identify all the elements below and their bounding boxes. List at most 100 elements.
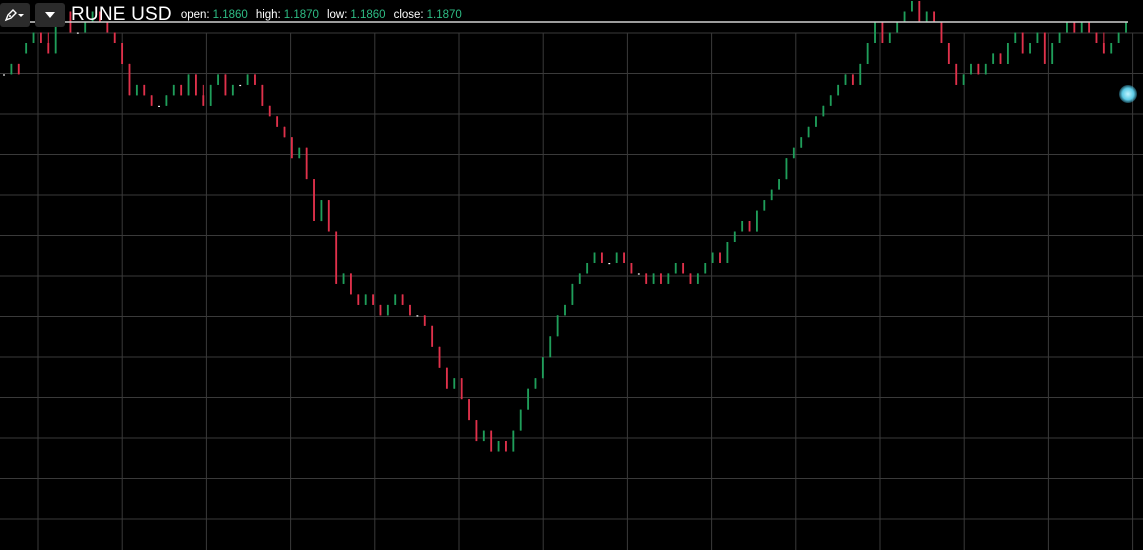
candle-body (246, 74, 249, 85)
candle-body (874, 22, 876, 43)
candle-body (342, 273, 345, 284)
chart-toolbar: RUNE USD open: 1.1860 high: 1.1870 low: … (0, 2, 470, 28)
candle-body (231, 84, 234, 96)
candle-body (726, 242, 729, 263)
candle-body (423, 315, 426, 326)
candle-body (276, 116, 279, 127)
candle-body (10, 63, 13, 75)
candle-body (172, 84, 175, 96)
candle-body (320, 200, 323, 222)
candle-body (564, 304, 566, 316)
candle-body (298, 147, 301, 159)
candle-body (903, 11, 906, 22)
candle-body (283, 126, 286, 138)
candle-body (372, 294, 375, 305)
candle-body (327, 200, 330, 232)
candlestick-chart[interactable] (0, 0, 1143, 550)
close-value: 1.1870 (426, 9, 462, 21)
candle-body (482, 430, 485, 442)
candle-body (1125, 22, 1127, 33)
candle-body (135, 84, 138, 96)
candle-body (792, 147, 795, 159)
candle-body (660, 273, 662, 284)
candle-body (947, 43, 950, 64)
candle-body (1051, 43, 1054, 64)
candle-body (335, 231, 338, 284)
candle-body (704, 263, 707, 274)
candle-body (490, 430, 493, 452)
candle-body (386, 304, 389, 316)
candle-body (460, 378, 463, 400)
candle-body (623, 252, 625, 263)
candle-body (17, 63, 20, 75)
candle-body (571, 283, 574, 305)
candle-body (800, 137, 803, 148)
candle-body (837, 84, 840, 96)
candle-body (143, 84, 146, 96)
candle-body (815, 116, 817, 127)
candle-body (379, 304, 382, 316)
candle-body (977, 63, 980, 75)
candle-body (1058, 32, 1061, 43)
candle-body (844, 74, 847, 85)
candle-body (970, 63, 972, 75)
candle-body (600, 252, 603, 263)
candle-body (158, 105, 160, 107)
candle-body (1066, 22, 1068, 33)
candle-body (1021, 32, 1024, 54)
candle-body (416, 315, 419, 317)
candle-body (431, 325, 434, 347)
candle-body (748, 221, 751, 232)
candle-body (1073, 22, 1076, 33)
candle-body (32, 32, 35, 43)
candle-body (549, 336, 552, 358)
candle-body (364, 294, 367, 305)
candle-body (195, 74, 197, 96)
candle-body (1043, 32, 1046, 64)
ohlc-readout: open: 1.1860 high: 1.1870 low: 1.1860 cl… (181, 9, 470, 21)
candle-body (445, 367, 448, 389)
candle-body (1014, 32, 1017, 43)
candle-body (25, 43, 28, 54)
candle-body (689, 273, 692, 284)
candle-body (224, 74, 227, 96)
candle-body (822, 105, 825, 117)
candle-body (1095, 32, 1098, 43)
candle-body (674, 263, 677, 274)
candle-body (696, 273, 699, 284)
candle-body (453, 378, 456, 389)
candle-body (719, 252, 721, 263)
candle-body (3, 74, 5, 76)
candle-body (150, 95, 153, 106)
candle-body (202, 95, 205, 106)
candle-body (984, 63, 987, 75)
candle-body (1080, 22, 1083, 33)
candle-body (630, 263, 633, 274)
candle-body (1036, 32, 1039, 43)
candle-body (711, 252, 714, 263)
candle-body (881, 22, 884, 43)
candle-body (888, 32, 891, 43)
candle-body (128, 63, 131, 96)
candle-body (1088, 22, 1091, 33)
high-label: high: (255, 9, 281, 21)
candle-body (527, 388, 530, 410)
candle-body (313, 179, 315, 221)
candle-body (357, 294, 360, 305)
candle-body (394, 294, 397, 305)
candle-body (556, 315, 559, 337)
chart-menu-button[interactable] (35, 3, 65, 27)
candle-body (254, 74, 256, 85)
candle-body (1006, 43, 1009, 64)
drawing-tool-button[interactable] (0, 3, 30, 27)
candle-body (851, 74, 854, 85)
candle-body (541, 357, 544, 379)
candle-body (512, 430, 515, 452)
low-label: low: (326, 9, 348, 21)
candle-body (1117, 32, 1120, 43)
candle-body (1102, 43, 1105, 54)
high-value: 1.1870 (283, 9, 319, 21)
pen-with-dropdown-icon (4, 9, 24, 22)
candle-body (999, 53, 1002, 64)
candle-body (497, 441, 500, 452)
